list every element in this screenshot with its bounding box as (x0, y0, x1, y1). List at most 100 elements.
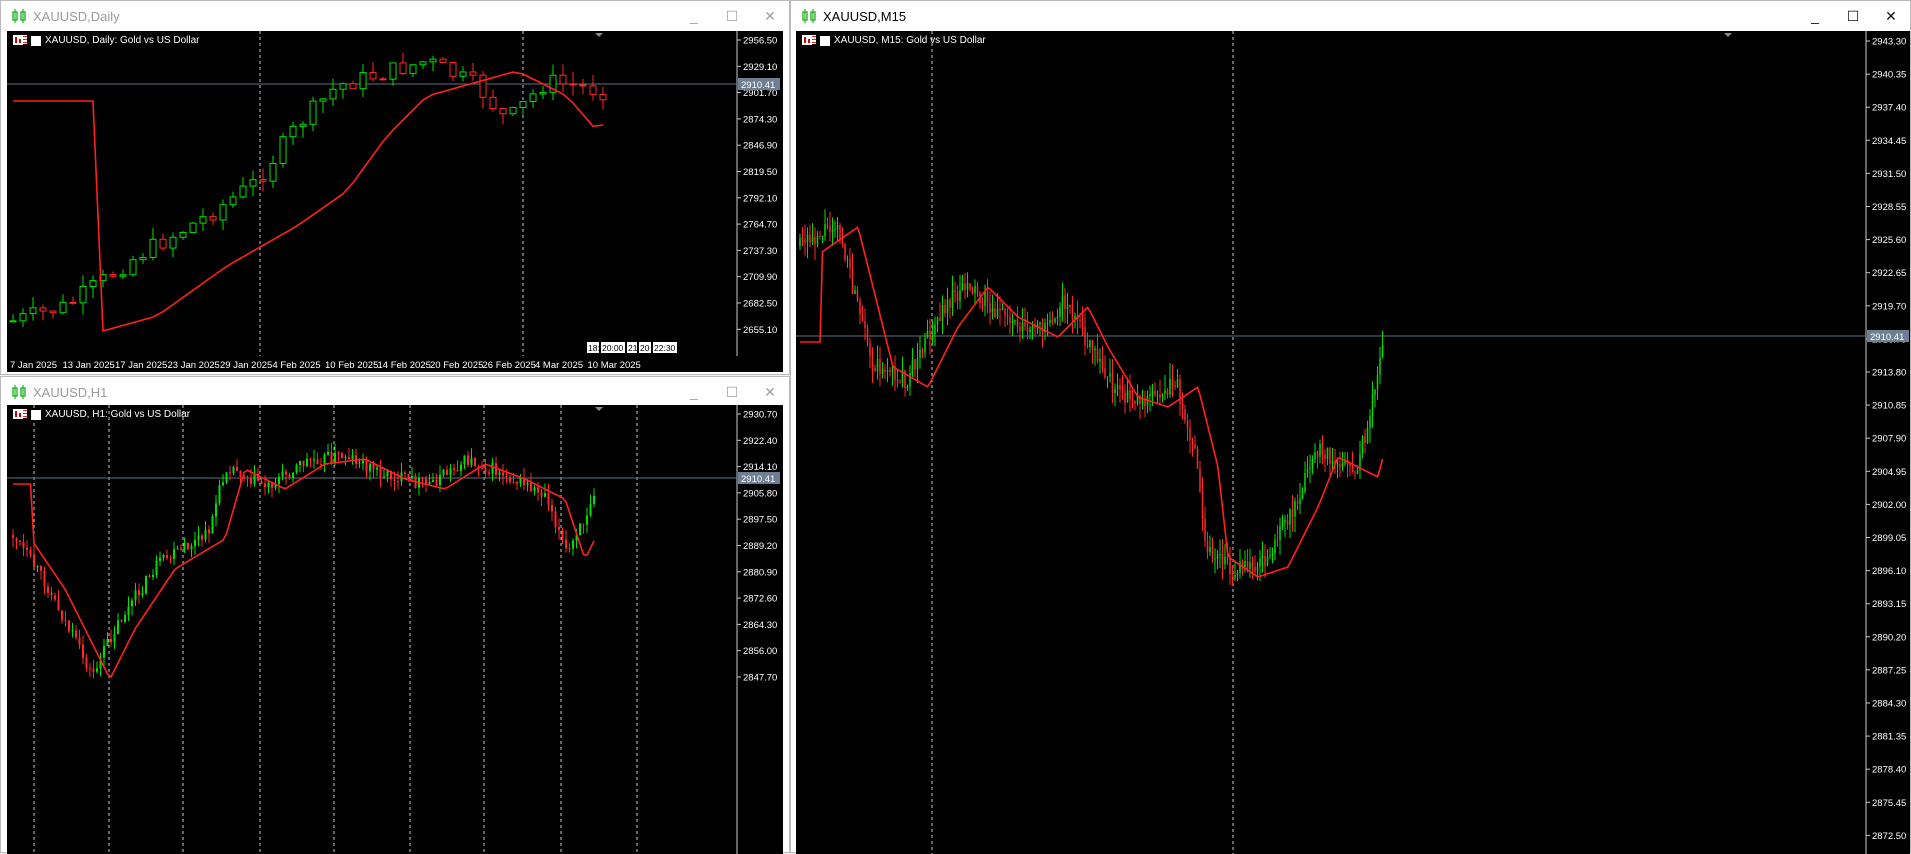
daily-titlebar[interactable]: XAUUSD,Daily _ ☐ ✕ (1, 1, 789, 31)
close-button[interactable]: ✕ (751, 377, 789, 407)
window-title: XAUUSD,Daily (33, 8, 120, 24)
close-button[interactable]: ✕ (1872, 1, 1910, 31)
candle-body (1094, 348, 1096, 351)
window-title: XAUUSD,H1 (33, 384, 108, 400)
candle-body (110, 638, 112, 643)
candle-body (369, 463, 371, 472)
x-tick-label: 13 Jan 2025 (63, 360, 115, 371)
candle-body (519, 477, 522, 484)
h1-chart-area[interactable]: 2930.70 2922.40 2914.10 2905.80 2897.50 2889.… (7, 405, 783, 854)
daily-chart-window[interactable]: XAUUSD,Daily _ ☐ ✕ 2956.50 2929.10 2901.70… (0, 0, 790, 375)
h1-titlebar[interactable]: XAUUSD,H1 _ ☐ ✕ (1, 377, 789, 407)
moving-average-line (13, 458, 595, 679)
candle-body (40, 566, 42, 571)
candle-body (1224, 557, 1226, 565)
chart-symbol-label: XAUUSD, M15: Gold vs US Dollar (802, 35, 986, 46)
candle-body (1031, 325, 1034, 330)
candle-body (92, 668, 95, 672)
candle-body (1086, 345, 1089, 348)
candle-body (1239, 561, 1241, 574)
candle-body (1011, 321, 1014, 323)
h1-chart-window[interactable]: XAUUSD,H1 _ ☐ ✕ 2930.70 2922.40 2914.10 290… (0, 376, 790, 854)
candle-body (1296, 500, 1299, 505)
candle-body (844, 244, 846, 260)
candle-body (871, 355, 874, 369)
candle-body (1004, 309, 1006, 316)
candle-body (586, 515, 588, 525)
candle-body (267, 482, 270, 488)
candle-body (344, 457, 347, 459)
minimize-button[interactable]: _ (675, 1, 713, 31)
candle-body (1059, 306, 1061, 317)
candle-body (439, 58, 447, 63)
candle-body (1306, 468, 1309, 474)
candle-body (589, 503, 592, 516)
candle-body (544, 493, 546, 497)
candle-body (1126, 390, 1129, 403)
candle-body (540, 492, 543, 497)
candle-body (949, 299, 951, 308)
candle-body (1001, 309, 1004, 311)
candle-body (1016, 320, 1019, 327)
y-tick-label: 2907.90 (1872, 434, 1906, 445)
candle-body (1091, 340, 1094, 351)
candle-body (1274, 539, 1276, 554)
candle-body (1184, 408, 1186, 421)
candle-body (1271, 553, 1274, 556)
candle-body (407, 474, 410, 478)
maximize-button[interactable]: ☐ (1834, 1, 1872, 31)
candle-body (1284, 519, 1286, 523)
candle-body (1129, 390, 1131, 400)
candle-body (1204, 518, 1206, 541)
candle-body (551, 505, 553, 512)
chart-canvas: 2943.30 2940.35 2937.40 2934.45 2931.50 2928.… (796, 31, 1909, 854)
candle-body (491, 463, 494, 474)
candle-body (489, 96, 497, 110)
candle-body (376, 467, 378, 470)
maximize-button[interactable]: ☐ (713, 377, 751, 407)
y-tick-label: 2875.45 (1872, 798, 1906, 809)
m15-chart-area[interactable]: 2943.30 2940.35 2937.40 2934.45 2931.50 2928.… (796, 31, 1910, 854)
candle-body (1119, 385, 1121, 390)
candle-body (996, 308, 999, 318)
minimize-button[interactable]: _ (1796, 1, 1834, 31)
candle-body (404, 472, 406, 475)
candle-body (249, 179, 257, 187)
candle-body (1364, 436, 1366, 443)
candle-body (814, 237, 816, 245)
candle-body (936, 317, 939, 325)
y-tick-label: 2940.35 (1872, 70, 1906, 81)
candle-body (229, 196, 237, 206)
daily-chart-area[interactable]: 2956.50 2929.10 2901.70 2874.30 2846.90 2819.… (7, 31, 783, 372)
chart-symbol-icon (802, 35, 830, 46)
candle-body (309, 100, 317, 125)
candle-body (15, 538, 18, 541)
candle-body (138, 590, 140, 596)
candle-body (189, 222, 197, 233)
candle-body (994, 308, 996, 318)
candle-body (1051, 319, 1054, 322)
candle-body (1281, 522, 1284, 526)
candle-body (449, 61, 457, 77)
m15-chart-window[interactable]: XAUUSD,M15 _ ☐ ✕ 2943.30 2940.35 2937.40 29… (790, 0, 1911, 854)
y-tick-label: 2922.65 (1872, 268, 1906, 279)
candle-body (1266, 556, 1269, 566)
y-tick-label: 2922.40 (743, 436, 777, 447)
candle-body (1221, 553, 1224, 565)
candle-body (1369, 415, 1371, 428)
candle-body (1216, 554, 1219, 559)
minimize-button[interactable]: _ (675, 377, 713, 407)
y-tick-label: 2792.10 (743, 193, 777, 204)
candle-body (329, 88, 337, 100)
m15-titlebar[interactable]: XAUUSD,M15 _ ☐ ✕ (791, 1, 1910, 31)
candle-body (971, 288, 974, 294)
close-button[interactable]: ✕ (751, 1, 789, 31)
maximize-button[interactable]: ☐ (713, 1, 751, 31)
candle-body (582, 523, 585, 525)
candle-body (1316, 451, 1319, 457)
candle-body (854, 290, 856, 294)
y-tick-label: 2880.90 (743, 567, 777, 578)
candle-body (1244, 561, 1246, 568)
candle-body (337, 452, 340, 454)
candle-body (1261, 555, 1264, 559)
